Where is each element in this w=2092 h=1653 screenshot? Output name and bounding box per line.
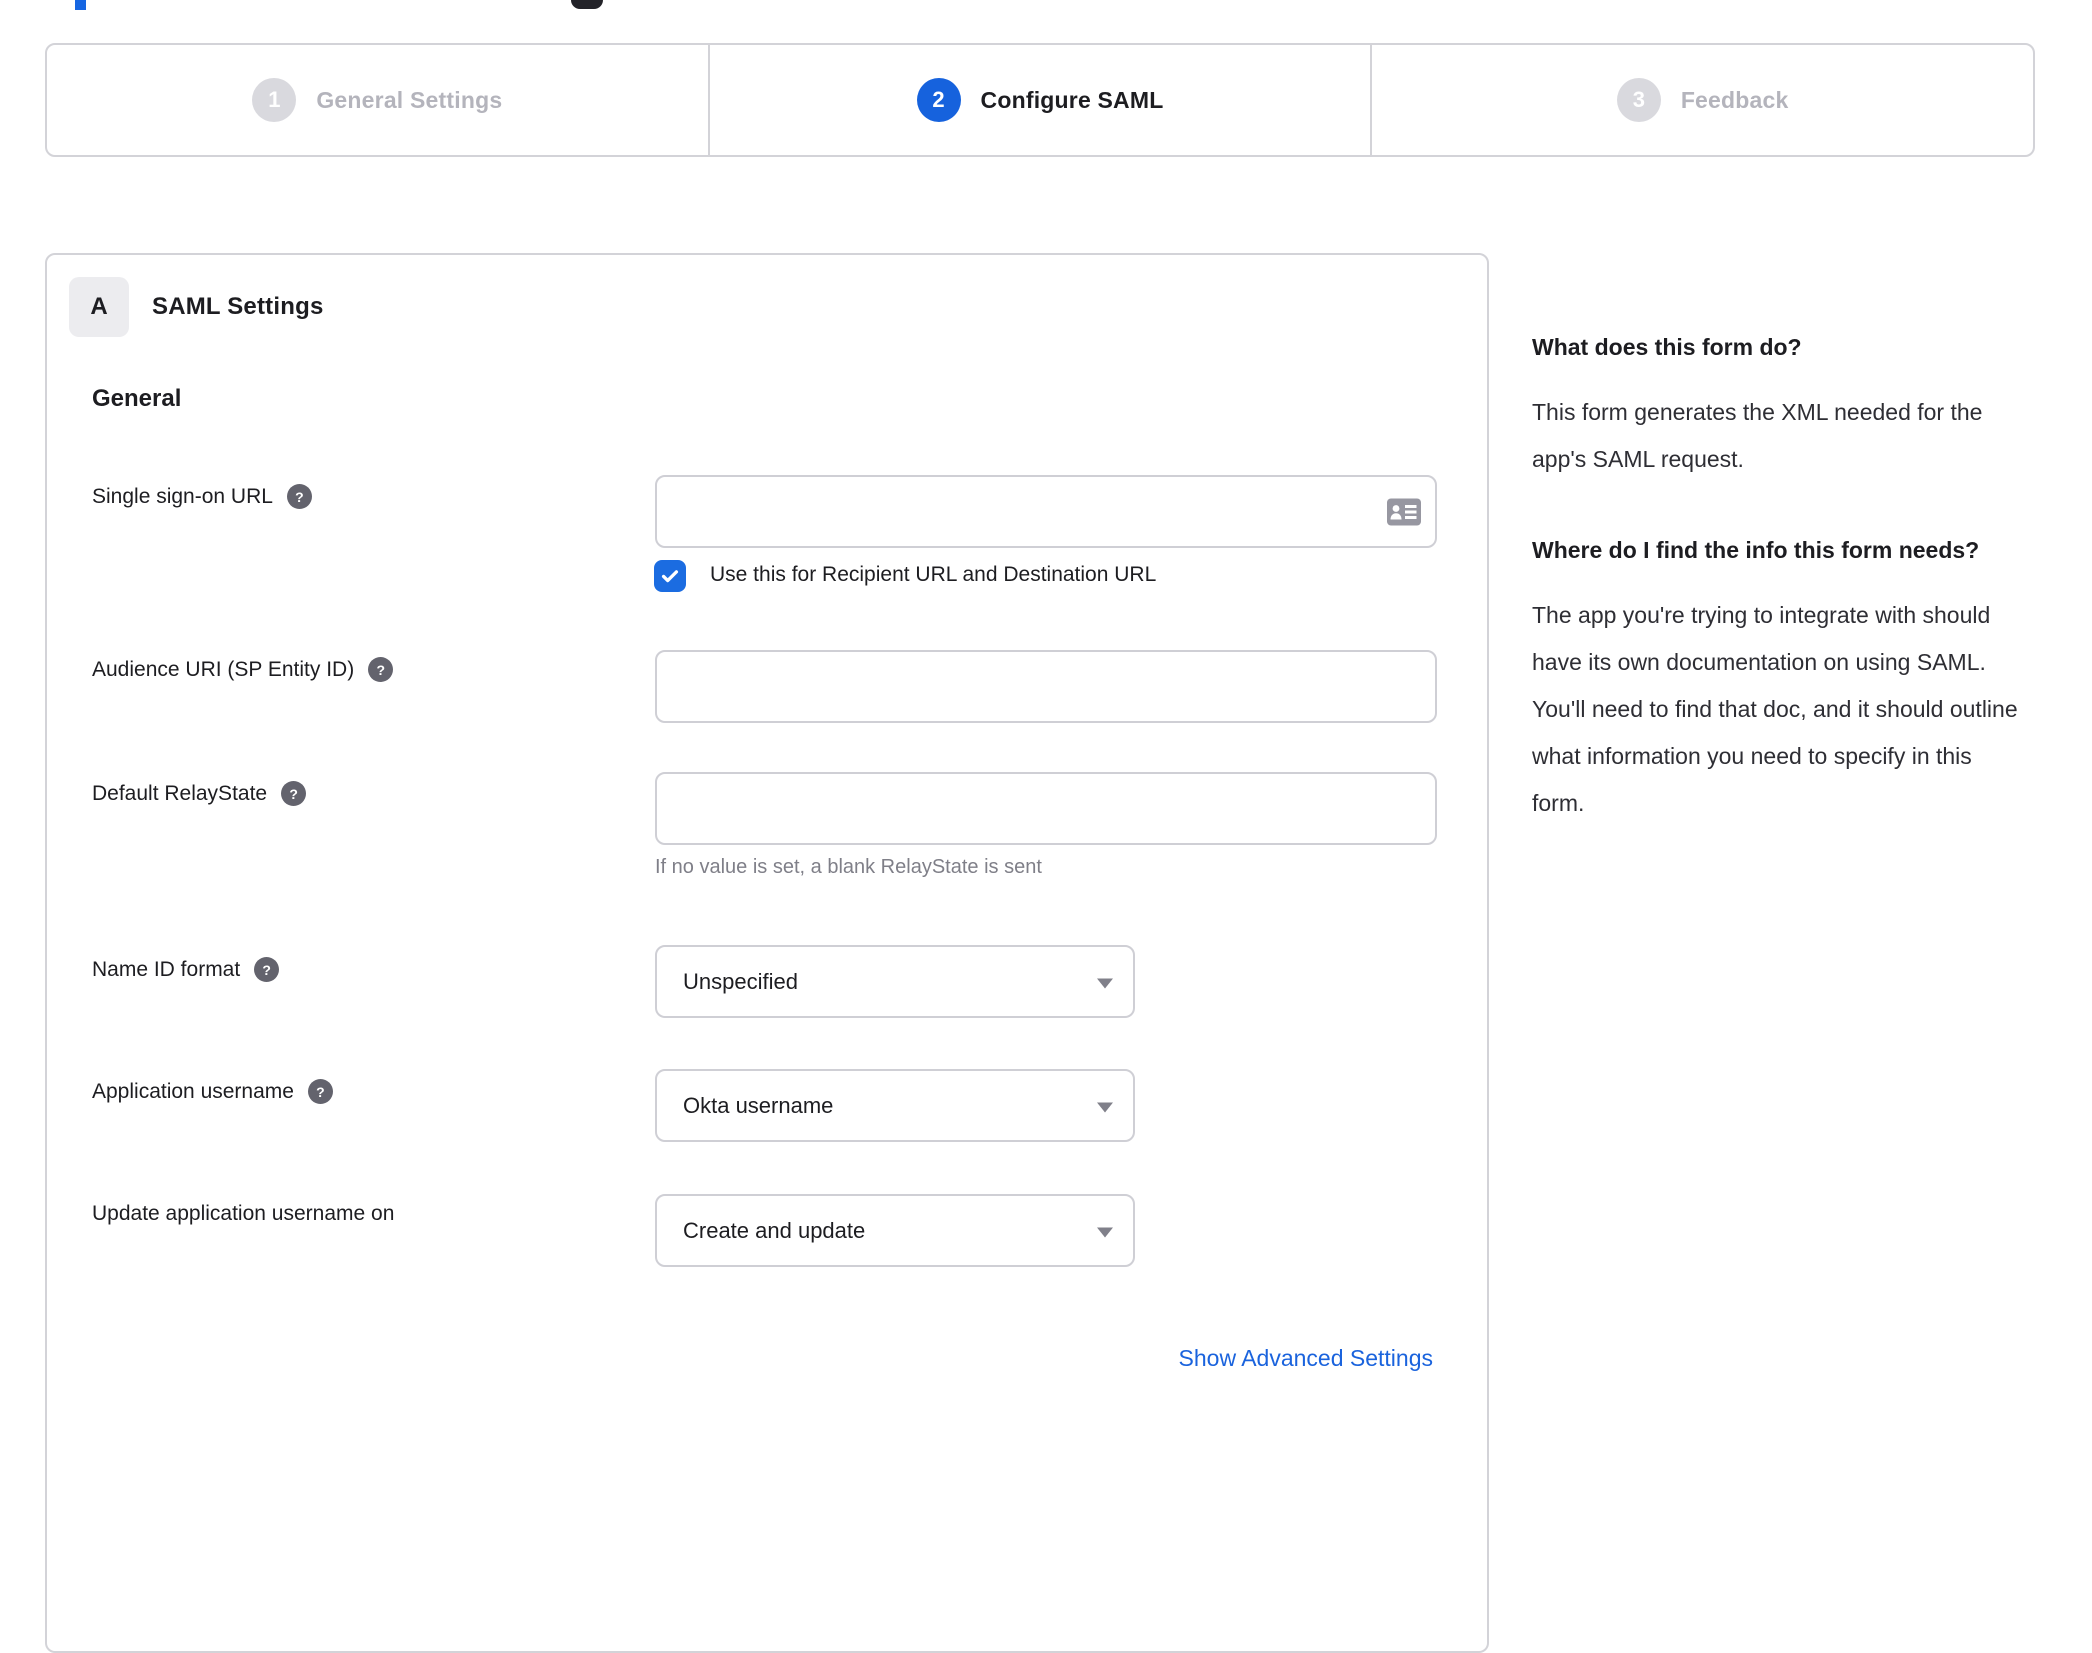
help-icon[interactable]: ?: [281, 781, 307, 806]
panel-title: SAML Settings: [152, 293, 324, 320]
audience-uri-input-wrap: [655, 650, 1437, 723]
update-username-label: Update application username on: [92, 1202, 395, 1225]
section-a-badge: A: [69, 277, 129, 337]
audience-uri-label: Audience URI (SP Entity ID): [92, 657, 355, 681]
sso-url-input-wrap: [655, 475, 1437, 548]
update-username-select[interactable]: Create and update: [655, 1194, 1135, 1267]
help-heading: What does this form do?: [1532, 334, 1802, 360]
step-2-label: Configure SAML: [980, 86, 1164, 113]
caret-down-icon: [1097, 1102, 1113, 1112]
saml-settings-panel: A SAML Settings General Single sign-on U…: [45, 253, 1489, 1653]
help-icon[interactable]: ?: [368, 657, 394, 682]
caret-down-icon: [1097, 1227, 1113, 1237]
relay-state-input-wrap: [655, 772, 1437, 845]
app-username-value: Okta username: [683, 1092, 834, 1118]
contact-card-icon[interactable]: [1387, 498, 1421, 525]
update-username-label-row: Update application username on: [92, 1202, 394, 1226]
recipient-url-checkbox[interactable]: [654, 560, 686, 592]
wizard-stepper: 1 General Settings 2 Configure SAML 3 Fe…: [45, 43, 2035, 157]
step-1-label: General Settings: [316, 86, 503, 113]
name-id-format-value: Unspecified: [683, 968, 798, 994]
name-id-format-label-row: Name ID format ?: [92, 957, 280, 982]
sso-url-input[interactable]: [655, 475, 1437, 548]
recipient-url-checkbox-label[interactable]: Use this for Recipient URL and Destinati…: [710, 563, 1156, 587]
sso-url-label: Single sign-on URL: [92, 484, 273, 508]
audience-uri-label-row: Audience URI (SP Entity ID) ?: [92, 657, 394, 682]
relay-state-label: Default RelayState: [92, 781, 268, 805]
update-username-value: Create and update: [683, 1217, 866, 1243]
cropped-logo-fragment: [75, 0, 86, 10]
show-advanced-settings-link[interactable]: Show Advanced Settings: [1179, 1345, 1433, 1372]
checkmark-icon: [661, 570, 679, 583]
help-sidebar: What does this form do? This form genera…: [1532, 326, 2024, 827]
help-body: This form generates the XML needed for t…: [1532, 399, 1983, 472]
name-id-format-label: Name ID format: [92, 957, 241, 981]
help-body: The app you're trying to integrate with …: [1532, 602, 2018, 816]
cropped-icon-fragment: [571, 0, 603, 9]
help-icon[interactable]: ?: [307, 1079, 333, 1104]
help-icon[interactable]: ?: [286, 484, 312, 509]
help-icon[interactable]: ?: [254, 957, 280, 982]
audience-uri-input[interactable]: [655, 650, 1437, 723]
relay-state-hint: If no value is set, a blank RelayState i…: [655, 856, 1042, 878]
step-general-settings[interactable]: 1 General Settings: [47, 45, 710, 155]
app-username-label-row: Application username ?: [92, 1079, 333, 1104]
step-feedback[interactable]: 3 Feedback: [1372, 45, 2033, 155]
caret-down-icon: [1097, 978, 1113, 988]
help-block-form-purpose: What does this form do? This form genera…: [1532, 326, 2024, 483]
general-section-heading: General: [92, 385, 182, 412]
sso-url-label-row: Single sign-on URL ?: [92, 484, 312, 509]
app-username-select[interactable]: Okta username: [655, 1069, 1135, 1142]
step-3-badge: 3: [1616, 78, 1661, 122]
help-heading: Where do I find the info this form needs…: [1532, 537, 1980, 563]
step-3-label: Feedback: [1680, 86, 1789, 113]
step-2-badge: 2: [916, 78, 961, 122]
name-id-format-select[interactable]: Unspecified: [655, 945, 1135, 1018]
help-block-find-info: Where do I find the info this form needs…: [1532, 529, 2024, 827]
step-1-badge: 1: [252, 78, 297, 122]
app-username-label: Application username: [92, 1079, 294, 1103]
relay-state-input[interactable]: [655, 772, 1437, 845]
step-configure-saml[interactable]: 2 Configure SAML: [710, 45, 1373, 155]
relay-state-label-row: Default RelayState ?: [92, 781, 307, 806]
